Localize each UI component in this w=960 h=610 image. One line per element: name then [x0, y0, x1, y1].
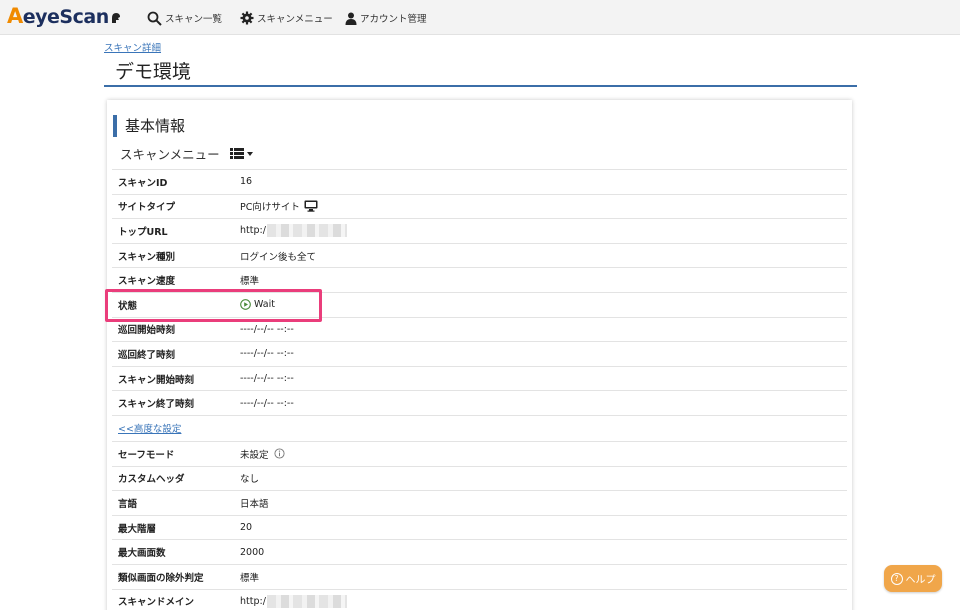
row-value: 標準: [240, 572, 260, 584]
breadcrumb-scan-detail[interactable]: スキャン詳細: [104, 40, 161, 54]
redacted-domain: [266, 594, 347, 608]
row-value: 標準: [240, 276, 260, 288]
row-value: なし: [240, 474, 260, 486]
help-label: ヘルプ: [905, 575, 936, 586]
row-top-url: トップURL http:/: [112, 218, 847, 243]
title-divider: [104, 85, 857, 87]
row-scan-id: スキャンID 16: [112, 169, 847, 194]
row-site-type: サイトタイプ PC向けサイト: [112, 193, 847, 219]
help-button[interactable]: ? ヘルプ: [884, 565, 942, 592]
row-key: トップURL: [118, 226, 168, 238]
row-value: 2000: [240, 546, 265, 558]
row-max-screens: 最大画面数 2000: [112, 539, 847, 564]
site-type-text: PC向けサイト: [240, 202, 300, 214]
caret-down-icon: [246, 151, 253, 156]
row-key: 言語: [118, 498, 138, 510]
row-key: スキャン種別: [118, 251, 176, 263]
row-key: サイトタイプ: [118, 202, 176, 214]
advanced-settings-link[interactable]: <<高度な設定: [118, 421, 181, 435]
row-value: ----/--/-- --:--: [240, 397, 294, 409]
nav-scan-menu[interactable]: スキャンメニュー: [240, 9, 333, 27]
row-scan-domain: スキャンドメイン http:/: [112, 588, 847, 610]
gear-icon: [240, 11, 254, 25]
row-safe-mode: セーフモード 未設定: [112, 440, 847, 466]
nav-scan-list-label: スキャン一覧: [165, 14, 223, 25]
row-key: スキャン速度: [118, 276, 176, 288]
nav-account-label: アカウント管理: [360, 14, 427, 25]
top-url-text: http:/: [240, 225, 266, 237]
row-scan-type: スキャン種別 ログイン後も全て: [112, 242, 847, 268]
info-icon[interactable]: [273, 448, 285, 459]
row-value: http:/: [240, 594, 347, 608]
nav-scan-menu-label: スキャンメニュー: [257, 14, 333, 25]
row-value: ログイン後も全て: [240, 251, 317, 263]
basic-info-card: 基本情報 スキャンメニュー スキャンID 16 サイトタイプ PC向けサイト ト…: [107, 100, 852, 610]
row-value: 20: [240, 522, 253, 534]
nav-account[interactable]: アカウント管理: [345, 9, 427, 27]
row-value: 未設定: [240, 447, 285, 461]
status-highlight-box: [105, 289, 322, 322]
row-key: スキャン終了時刻: [118, 399, 195, 411]
section-heading: 基本情報: [113, 115, 185, 137]
row-custom-header: カスタムヘッダ なし: [112, 465, 847, 491]
safe-mode-text: 未設定: [240, 449, 269, 461]
row-crawl-end: 巡回終了時刻 ----/--/-- --:--: [112, 341, 847, 366]
row-max-depth: 最大階層 20: [112, 514, 847, 540]
row-value: 日本語: [240, 498, 269, 510]
row-key: セーフモード: [118, 449, 175, 461]
row-value: ----/--/-- --:--: [240, 323, 294, 335]
row-similar-screen-exclusion: 類似画面の除外判定 標準: [112, 563, 847, 589]
row-key: スキャン開始時刻: [118, 374, 195, 386]
row-value: ----/--/-- --:--: [240, 348, 294, 360]
row-key: 最大画面数: [118, 548, 166, 560]
row-key: カスタムヘッダ: [118, 474, 185, 486]
home-icon[interactable]: [110, 9, 125, 27]
search-icon: [147, 11, 162, 26]
row-key: 類似画面の除外判定: [118, 572, 204, 584]
row-key: 最大階層: [118, 523, 157, 535]
info-table: スキャンID 16 サイトタイプ PC向けサイト トップURL http:/ ス…: [112, 169, 847, 610]
scan-menu-label: スキャンメニュー: [120, 147, 220, 162]
list-icon: [229, 148, 244, 159]
row-language: 言語 日本語: [112, 490, 847, 515]
advanced-settings-row: <<高度な設定: [112, 414, 847, 441]
scan-menu-dropdown[interactable]: スキャンメニュー: [120, 144, 254, 163]
top-nav: AeyeScan スキャン一覧 スキャンメニュー アカウント管理: [0, 0, 960, 35]
row-key: スキャンドメイン: [118, 597, 195, 609]
row-value: http:/: [240, 224, 347, 238]
row-key: 巡回開始時刻: [118, 325, 176, 337]
scan-domain-text: http:/: [240, 595, 266, 607]
desktop-monitor-icon: [304, 200, 318, 213]
row-key: スキャンID: [118, 177, 168, 189]
row-key: 巡回終了時刻: [118, 349, 176, 361]
row-value: PC向けサイト: [240, 199, 318, 213]
row-scan-end: スキャン終了時刻 ----/--/-- --:--: [112, 390, 847, 415]
row-value: 16: [240, 176, 253, 188]
question-icon: ?: [890, 572, 903, 585]
user-icon: [345, 12, 357, 25]
page-title: デモ環境: [115, 61, 192, 83]
redacted-url: [266, 224, 347, 238]
aeyescan-logo[interactable]: AeyeScan: [7, 4, 109, 28]
row-scan-start: スキャン開始時刻 ----/--/-- --:--: [112, 365, 847, 391]
row-value: ----/--/-- --:--: [240, 373, 294, 385]
nav-scan-list[interactable]: スキャン一覧: [147, 9, 222, 27]
